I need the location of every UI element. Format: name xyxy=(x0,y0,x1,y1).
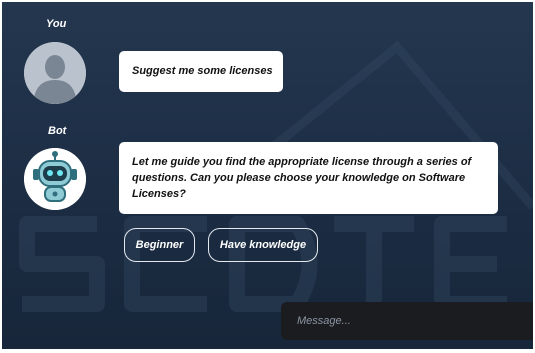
user-message-bubble: Suggest me some licenses xyxy=(119,51,283,92)
message-input[interactable] xyxy=(281,302,521,340)
user-sender-label: You xyxy=(46,18,67,30)
option-beginner-button[interactable]: Beginner xyxy=(124,228,195,262)
user-silhouette-icon xyxy=(24,42,86,104)
robot-icon xyxy=(24,148,86,210)
chat-window: You Suggest me some licenses Bot Let me … xyxy=(2,2,533,349)
option-have-knowledge-button[interactable]: Have knowledge xyxy=(208,228,318,262)
user-avatar xyxy=(24,42,86,104)
bot-message-bubble: Let me guide you find the appropriate li… xyxy=(119,142,498,214)
bot-avatar xyxy=(24,148,86,210)
message-composer xyxy=(281,302,533,340)
bot-sender-label: Bot xyxy=(48,125,67,137)
